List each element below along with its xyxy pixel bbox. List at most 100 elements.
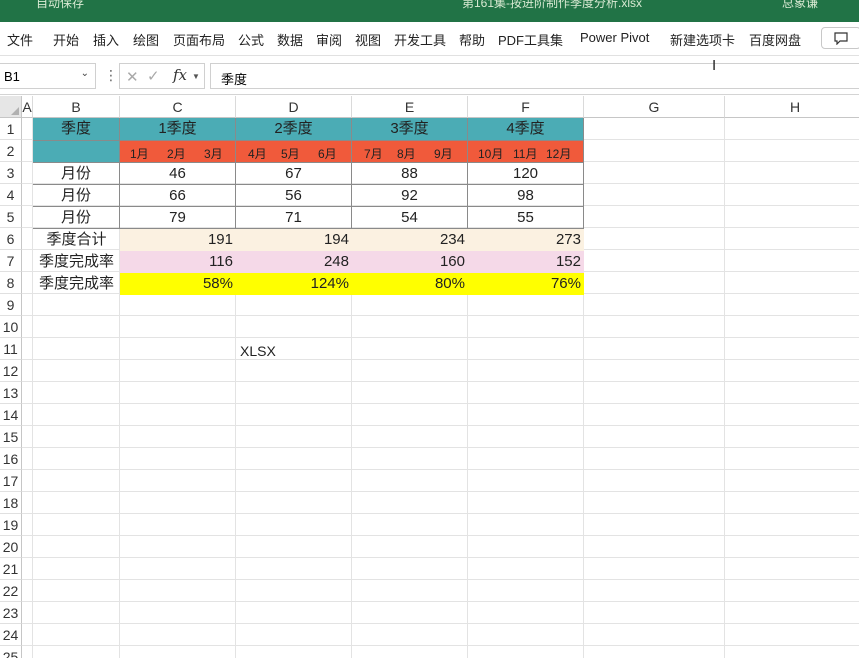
row-header-13[interactable]: 13 bbox=[0, 382, 22, 404]
months-q3-cell[interactable]: 7月 8月 9月 bbox=[352, 141, 468, 163]
row-header-3[interactable]: 3 bbox=[0, 162, 22, 184]
name-box[interactable]: B1 ⌄ bbox=[0, 63, 96, 89]
row-header-25[interactable]: 25 bbox=[0, 646, 22, 658]
row-label-month[interactable]: 月份 bbox=[33, 207, 120, 229]
menu-new-tab[interactable]: 新建选项卡 bbox=[670, 30, 735, 49]
menu-page-layout[interactable]: 页面布局 bbox=[173, 30, 225, 49]
insert-function-icon[interactable]: fx bbox=[173, 66, 187, 84]
rate-cell[interactable]: 248 bbox=[236, 251, 352, 273]
value-cell[interactable]: 54 bbox=[352, 207, 468, 229]
row-header-24[interactable]: 24 bbox=[0, 624, 22, 646]
rate-percent-cell[interactable]: 124% bbox=[236, 273, 352, 295]
value-cell[interactable]: 66 bbox=[120, 185, 236, 207]
quarter-1-header[interactable]: 1季度 bbox=[120, 118, 236, 141]
autosave-label[interactable]: 自动保存 bbox=[36, 0, 84, 11]
chevron-down-icon[interactable]: ⌄ bbox=[81, 68, 89, 79]
row-label-month[interactable]: 月份 bbox=[33, 163, 120, 185]
menu-developer[interactable]: 开发工具 bbox=[394, 30, 446, 49]
value-cell[interactable]: 71 bbox=[236, 207, 352, 229]
column-header-d[interactable]: D bbox=[236, 96, 352, 118]
rate-cell[interactable]: 116 bbox=[120, 251, 236, 273]
row-header-19[interactable]: 19 bbox=[0, 514, 22, 536]
value-cell[interactable]: 46 bbox=[120, 163, 236, 185]
row-header-18[interactable]: 18 bbox=[0, 492, 22, 514]
column-header-a[interactable]: A bbox=[22, 96, 33, 118]
menu-help[interactable]: 帮助 bbox=[459, 30, 485, 49]
column-header-g[interactable]: G bbox=[584, 96, 725, 118]
menu-insert[interactable]: 插入 bbox=[93, 30, 119, 49]
value-cell[interactable]: 56 bbox=[236, 185, 352, 207]
rate-cell[interactable]: 152 bbox=[468, 251, 584, 273]
menu-formulas[interactable]: 公式 bbox=[238, 30, 264, 49]
user-name[interactable]: 总象谦 bbox=[782, 0, 818, 11]
total-cell[interactable]: 273 bbox=[468, 229, 584, 251]
row-header-9[interactable]: 9 bbox=[0, 294, 22, 316]
menu-pdf-tools[interactable]: PDF工具集 bbox=[498, 30, 563, 49]
value-cell[interactable]: 120 bbox=[468, 163, 584, 185]
rate-percent-cell[interactable]: 80% bbox=[352, 273, 468, 295]
row-header-2[interactable]: 2 bbox=[0, 140, 22, 162]
row-header-5[interactable]: 5 bbox=[0, 206, 22, 228]
rate-cell[interactable]: 160 bbox=[352, 251, 468, 273]
value-cell[interactable]: 67 bbox=[236, 163, 352, 185]
row-header-14[interactable]: 14 bbox=[0, 404, 22, 426]
row-label-month[interactable]: 月份 bbox=[33, 185, 120, 207]
row-header-20[interactable]: 20 bbox=[0, 536, 22, 558]
worksheet[interactable]: A B C D E F G H 1 2 3 4 5 6 7 8 9 10 11 12 13 14 15 16 1… bbox=[0, 96, 859, 658]
value-cell[interactable]: 92 bbox=[352, 185, 468, 207]
total-label[interactable]: 季度合计 bbox=[33, 229, 120, 251]
quarter-3-header[interactable]: 3季度 bbox=[352, 118, 468, 141]
column-header-e[interactable]: E bbox=[352, 96, 468, 118]
row-header-16[interactable]: 16 bbox=[0, 448, 22, 470]
select-all-button[interactable] bbox=[0, 96, 22, 118]
row-header-7[interactable]: 7 bbox=[0, 250, 22, 272]
rate-percent-cell[interactable]: 58% bbox=[120, 273, 236, 295]
menu-data[interactable]: 数据 bbox=[277, 30, 303, 49]
confirm-icon[interactable]: ✓ bbox=[147, 67, 160, 85]
cancel-icon[interactable]: ✕ bbox=[126, 68, 139, 86]
column-header-c[interactable]: C bbox=[120, 96, 236, 118]
value-cell[interactable]: 98 bbox=[468, 185, 584, 207]
menu-power-pivot[interactable]: Power Pivot bbox=[580, 30, 649, 45]
row-header-1[interactable]: 1 bbox=[0, 118, 22, 140]
row-header-10[interactable]: 10 bbox=[0, 316, 22, 338]
column-header-h[interactable]: H bbox=[725, 96, 859, 118]
menu-file[interactable]: 文件 bbox=[7, 30, 33, 49]
value-cell[interactable]: 88 bbox=[352, 163, 468, 185]
row-header-6[interactable]: 6 bbox=[0, 228, 22, 250]
row-header-17[interactable]: 17 bbox=[0, 470, 22, 492]
months-q4-cell[interactable]: 10月 11月 12月 bbox=[468, 141, 584, 163]
more-options-icon[interactable]: ⋮ bbox=[104, 67, 118, 84]
menu-home[interactable]: 开始 bbox=[53, 30, 79, 49]
column-header-b[interactable]: B bbox=[33, 96, 120, 118]
row-header-12[interactable]: 12 bbox=[0, 360, 22, 382]
months-q1-cell[interactable]: 1月 2月 3月 bbox=[120, 141, 236, 163]
completion-rate-label[interactable]: 季度完成率 bbox=[33, 251, 120, 273]
formula-input[interactable]: 季度 bbox=[210, 63, 859, 89]
row-header-8[interactable]: 8 bbox=[0, 272, 22, 294]
menu-draw[interactable]: 绘图 bbox=[133, 30, 159, 49]
months-q2-cell[interactable]: 4月 5月 6月 bbox=[236, 141, 352, 163]
quarter-2-header[interactable]: 2季度 bbox=[236, 118, 352, 141]
row-header-23[interactable]: 23 bbox=[0, 602, 22, 624]
menu-review[interactable]: 审阅 bbox=[316, 30, 342, 49]
row-header-21[interactable]: 21 bbox=[0, 558, 22, 580]
row-header-15[interactable]: 15 bbox=[0, 426, 22, 448]
chevron-down-icon[interactable]: ▼ bbox=[192, 72, 200, 81]
quarter-4-header[interactable]: 4季度 bbox=[468, 118, 584, 141]
row-header-11[interactable]: 11 bbox=[0, 338, 22, 360]
quarter-header-label[interactable]: 季度 bbox=[33, 118, 120, 141]
menu-view[interactable]: 视图 bbox=[355, 30, 381, 49]
value-cell[interactable]: 79 bbox=[120, 207, 236, 229]
row-header-22[interactable]: 22 bbox=[0, 580, 22, 602]
quarter-header-merged-cell[interactable] bbox=[33, 141, 120, 163]
completion-rate-label[interactable]: 季度完成率 bbox=[33, 273, 120, 295]
total-cell[interactable]: 191 bbox=[120, 229, 236, 251]
total-cell[interactable]: 194 bbox=[236, 229, 352, 251]
value-cell[interactable]: 55 bbox=[468, 207, 584, 229]
total-cell[interactable]: 234 bbox=[352, 229, 468, 251]
column-header-f[interactable]: F bbox=[468, 96, 584, 118]
menu-baidu-netdisk[interactable]: 百度网盘 bbox=[749, 30, 801, 49]
rate-percent-cell[interactable]: 76% bbox=[468, 273, 584, 295]
row-header-4[interactable]: 4 bbox=[0, 184, 22, 206]
